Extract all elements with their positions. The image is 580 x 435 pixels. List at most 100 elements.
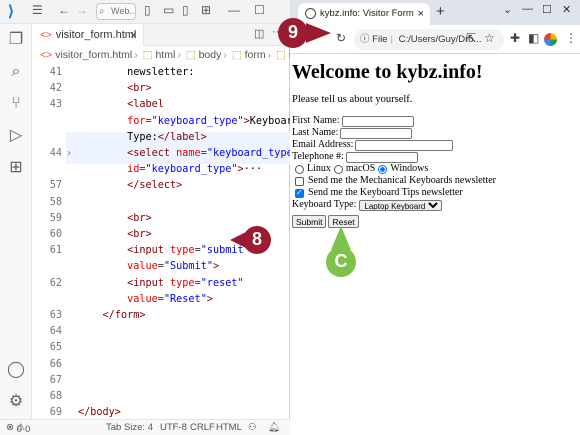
toggle-secondary-sidebar-icon[interactable]: ▯ (182, 3, 189, 17)
reload-icon[interactable]: ↻ (336, 31, 346, 45)
menu-kebab-icon[interactable]: ⋮ (565, 31, 577, 45)
problems-indicator[interactable]: ⊗ 0 ⚠ 0 (6, 422, 30, 435)
profile-avatar-icon[interactable] (544, 33, 557, 46)
newsletter-tips-checkbox[interactable] (295, 187, 304, 199)
search-icon: ⌕ (99, 6, 105, 17)
line-number: 42 (49, 83, 62, 95)
html-file-icon: <> (40, 49, 53, 61)
code-line[interactable]: </body> (78, 407, 121, 418)
address-bar[interactable]: ⓘ File | C:/Users/Guy/Dro... (354, 29, 504, 50)
forward-icon[interactable]: → (76, 3, 88, 17)
breadcrumb-body[interactable]: body (199, 49, 222, 61)
menu-icon[interactable]: ☰ (32, 3, 43, 17)
line-number: 69 (49, 407, 62, 419)
explorer-icon[interactable]: ❐ (6, 30, 26, 50)
bookmark-star-icon[interactable]: ☆ (484, 31, 495, 45)
run-debug-icon[interactable]: ▷ (6, 126, 26, 146)
account-icon[interactable]: ◯ (6, 360, 26, 380)
toggle-panel-icon[interactable]: ▭ (163, 3, 174, 17)
code-line[interactable]: </select> (78, 180, 182, 191)
tab-size-indicator[interactable]: Tab Size: 4 (106, 422, 153, 433)
html-file-icon: <> (40, 30, 52, 41)
line-number: 57 (49, 180, 62, 192)
last-name-field[interactable] (340, 127, 413, 139)
breadcrumb: <> visitor_form.html › ⬚ html › ⬚ body › ⬚ … (32, 46, 290, 64)
back-icon[interactable]: ← (58, 3, 70, 17)
code-line[interactable]: value="Reset"> (78, 294, 213, 305)
breadcrumb-file[interactable]: visitor_form.html (55, 49, 132, 61)
tab-visitor-form[interactable]: <> visitor_form.html × (32, 24, 144, 46)
radio-macos[interactable] (333, 164, 343, 174)
command-center-search[interactable]: ⌕ Web... (96, 3, 136, 20)
maximize-icon[interactable]: ☐ (542, 3, 552, 16)
source-control-icon[interactable]: ⑂ (6, 94, 26, 114)
search-view-icon[interactable]: ⌕ (6, 62, 26, 82)
status-bar: ⊗ 0 ⚠ 0 Tab Size: 4 UTF-8 CRLF HTML ⚇ 🔔︎ (0, 419, 290, 435)
newsletter-mech-row: Send me the Mechanical Keyboards newslet… (292, 175, 578, 187)
radio-windows[interactable] (378, 164, 388, 174)
callout-c-label: C (334, 251, 348, 271)
minimize-icon[interactable]: — (522, 3, 533, 15)
page-intro: Please tell us about yourself. (292, 94, 413, 105)
close-tab-icon[interactable]: × (418, 3, 424, 25)
info-icon: ⓘ (360, 34, 370, 45)
submit-button[interactable]: Submit (292, 215, 327, 228)
browser-tab-title: kybz.info: Visitor Form (320, 8, 414, 19)
code-line[interactable]: <br> (78, 213, 152, 224)
share-icon[interactable]: ⇱ (466, 31, 476, 45)
copilot-icon[interactable]: ⚇ (248, 422, 257, 433)
first-name-label: First Name: (292, 115, 340, 126)
settings-gear-icon[interactable]: ⚙ (6, 392, 26, 412)
split-editor-icon[interactable]: ◫ (254, 27, 264, 40)
code-line[interactable]: <select name="keyboard_type" (78, 148, 299, 159)
webpage-content: Welcome to kybz.info! Please tell us abo… (290, 54, 580, 435)
code-line[interactable]: <label (78, 99, 164, 110)
email-field[interactable] (355, 139, 454, 151)
newsletter-mech-checkbox[interactable] (295, 176, 304, 186)
line-number: 44 (49, 148, 62, 159)
keyboard-type-select[interactable]: Laptop Keyboard (359, 199, 443, 211)
browser-tab[interactable]: kybz.info: Visitor Form × (298, 3, 430, 25)
activity-bar: ❐ ⌕ ⑂ ▷ ⊞ ◯ ⚙ (0, 24, 32, 419)
reset-button[interactable]: Reset (328, 215, 359, 228)
code-line[interactable]: value="Submit"> (78, 261, 219, 272)
code-line[interactable]: <br> (78, 229, 152, 240)
sidepanel-icon[interactable]: ◧ (528, 31, 539, 45)
code-line[interactable]: <input type="reset" (78, 278, 244, 289)
code-line[interactable]: for="keyboard_type">Keyboard (78, 116, 299, 127)
breadcrumb-form[interactable]: form (245, 49, 266, 61)
toggle-sidebar-icon[interactable]: ▯ (144, 3, 151, 17)
code-line[interactable]: <input type="submit" (78, 245, 250, 256)
extensions-puzzle-icon[interactable]: ✚ (510, 31, 520, 45)
globe-icon (305, 8, 316, 19)
close-tab-icon[interactable]: × (130, 24, 137, 46)
radio-linux-label: Linux (307, 163, 331, 174)
notifications-bell-icon[interactable]: 🔔︎ (268, 422, 280, 433)
line-number: 62 (49, 277, 62, 289)
callout-9-label: 9 (287, 22, 298, 42)
minimize-icon[interactable]: — (228, 3, 240, 17)
line-number: 43 (49, 99, 62, 111)
breadcrumb-html[interactable]: html (155, 49, 175, 61)
code-line[interactable]: </form> (78, 310, 146, 321)
code-line[interactable]: Type:</label> (78, 132, 207, 143)
extensions-icon[interactable]: ⊞ (6, 158, 26, 178)
code-line[interactable]: <br> (78, 83, 152, 94)
close-window-icon[interactable]: ✕ (562, 3, 571, 16)
line-number: 59 (49, 212, 62, 224)
telephone-field[interactable] (345, 151, 418, 163)
chevron-down-icon[interactable]: ⌄ (503, 3, 512, 16)
eol-indicator[interactable]: CRLF (190, 422, 215, 433)
code-line[interactable]: id="keyboard_type">··· (78, 164, 262, 175)
encoding-indicator[interactable]: UTF-8 (160, 422, 187, 433)
language-indicator[interactable]: HTML (216, 422, 242, 433)
maximize-icon[interactable]: ☐ (254, 3, 265, 17)
keyboard-type-label: Keyboard Type: (292, 199, 357, 210)
radio-linux[interactable] (295, 164, 304, 174)
form-buttons: Submit Reset (292, 215, 578, 228)
fold-chevron-icon[interactable]: › (66, 148, 72, 159)
code-line[interactable]: newsletter: (78, 67, 194, 78)
customize-layout-icon[interactable]: ⊞ (201, 3, 211, 17)
first-name-field[interactable] (341, 115, 414, 127)
new-tab-icon[interactable]: + (436, 3, 445, 20)
